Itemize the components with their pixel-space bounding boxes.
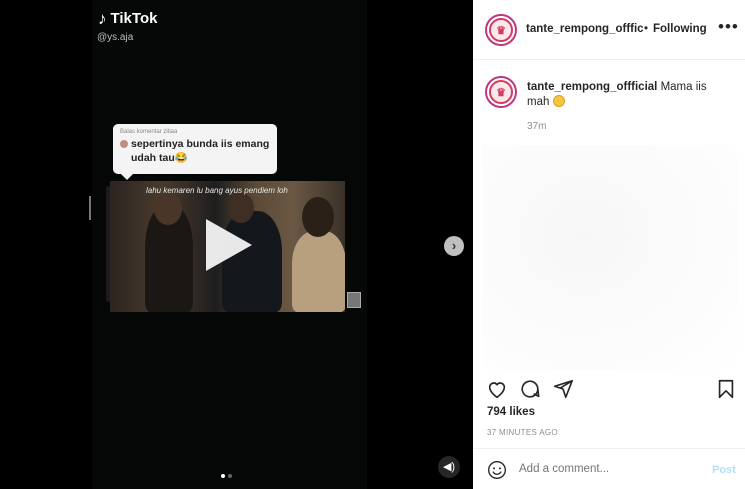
reply-label: Balas komentar zitiaa (120, 129, 178, 135)
reply-comment-text: sepertinya bunda iis emang udah tau😂 (131, 138, 270, 164)
share-icon[interactable] (552, 378, 574, 400)
comments-area-blurred (483, 145, 738, 370)
post-caption: tante_rempong_offficial Mama iis mah (527, 80, 727, 110)
header-username[interactable]: tante_rempong_offficial (526, 23, 643, 35)
caption-avatar[interactable]: ♛ (485, 76, 517, 108)
carousel-dot-active (221, 474, 225, 478)
person-head (154, 193, 182, 225)
reply-comment-sticker: Balas komentar zitiaa sepertinya bunda i… (113, 124, 277, 180)
chevron-right-icon[interactable]: › (444, 236, 464, 256)
avatar[interactable]: ♛ (485, 14, 517, 46)
action-bar (473, 370, 745, 410)
grin-emoji-icon (552, 95, 565, 107)
divider-line (89, 196, 91, 220)
smile-icon[interactable] (487, 460, 507, 480)
tiktok-icon: ♪ (98, 9, 107, 28)
video-caption: lahu kemaren lu bang ayus pendiem loh (146, 186, 288, 195)
small-thumbnail (347, 292, 361, 308)
tiktok-watermark: ♪ TikTok (98, 10, 157, 27)
embedded-video-thumbnail[interactable]: lahu kemaren lu bang ayus pendiem loh (110, 181, 345, 312)
play-icon[interactable] (206, 219, 252, 271)
heart-icon[interactable] (486, 378, 508, 400)
avatar-logo-icon: ♛ (489, 80, 513, 104)
post-timestamp: 37 MINUTES AGO (487, 428, 558, 437)
add-comment-row: Post (473, 448, 745, 489)
tiktok-handle: @ys.aja (97, 32, 134, 43)
volume-icon[interactable]: ◀) (438, 456, 460, 478)
carousel-dots (221, 474, 232, 478)
post-header: ♛ tante_rempong_offficial • Following ••… (473, 0, 745, 60)
header-separator: • (644, 23, 649, 35)
person-figure (292, 231, 345, 312)
person-head (302, 197, 334, 237)
bookmark-icon[interactable] (715, 378, 737, 400)
following-button[interactable]: Following (653, 23, 707, 35)
caption-time: 37m (527, 121, 547, 132)
comment-icon[interactable] (519, 378, 541, 400)
more-icon[interactable]: ••• (718, 17, 739, 37)
likes-count[interactable]: 794 likes (487, 406, 535, 418)
reply-avatar (120, 140, 128, 148)
tiktok-label: TikTok (110, 10, 158, 27)
comment-input[interactable] (519, 463, 699, 475)
avatar-logo-icon: ♛ (489, 18, 513, 42)
post-button[interactable]: Post (712, 464, 736, 476)
post-media: ♪ TikTok @ys.aja Balas komentar zitiaa s… (0, 0, 473, 489)
carousel-dot (228, 474, 232, 478)
post-side-panel: ♛ tante_rempong_offficial • Following ••… (473, 0, 745, 489)
caption-username[interactable]: tante_rempong_offficial (527, 81, 657, 93)
